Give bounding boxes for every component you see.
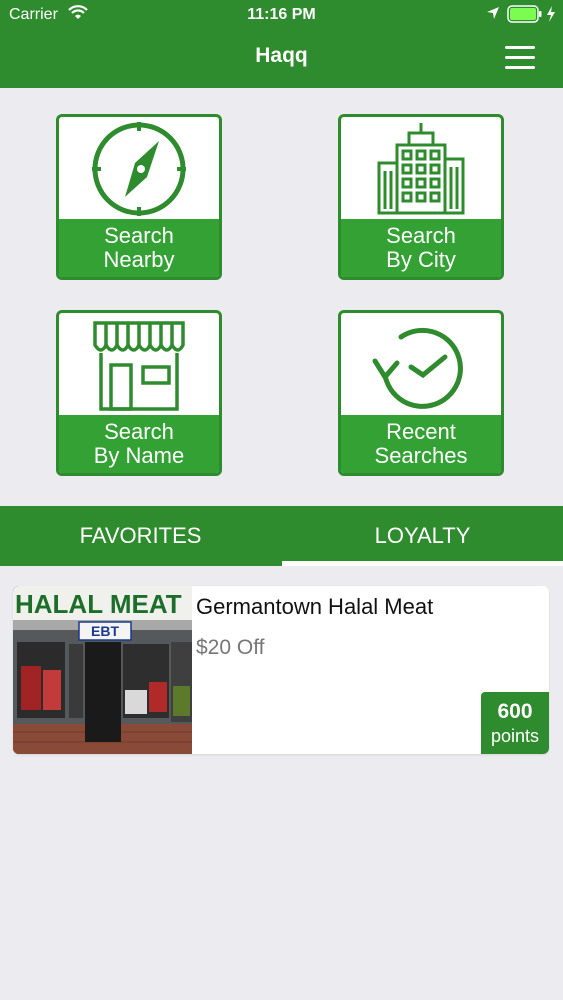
menu-button[interactable] bbox=[502, 44, 538, 70]
page-title: Haqq bbox=[255, 44, 308, 67]
photo-sign-text: HALAL MEAT bbox=[15, 589, 182, 619]
photo-ebt-text: EBT bbox=[91, 623, 119, 639]
location-arrow-icon bbox=[486, 6, 500, 25]
offer-text: $20 Off bbox=[196, 636, 265, 659]
tile-label: Search By City bbox=[341, 219, 501, 277]
app-header: Carrier 11:16 PM Haqq bbox=[0, 0, 563, 88]
tile-label: Search Nearby bbox=[59, 219, 219, 277]
search-nearby-button[interactable]: Search Nearby bbox=[56, 114, 222, 280]
storefront-icon bbox=[59, 313, 219, 417]
store-name: Germantown Halal Meat bbox=[196, 594, 434, 619]
points-badge: 600 points bbox=[481, 692, 549, 754]
history-clock-icon bbox=[341, 313, 501, 417]
compass-icon bbox=[59, 117, 219, 221]
points-unit: points bbox=[490, 726, 540, 746]
tile-label: Search By Name bbox=[59, 415, 219, 473]
loyalty-card[interactable]: HALAL MEAT EBT Germantown Halal Meat $20… bbox=[13, 586, 549, 754]
city-building-icon bbox=[341, 117, 501, 221]
search-by-city-button[interactable]: Search By City bbox=[338, 114, 504, 280]
battery-icon bbox=[507, 5, 543, 28]
recent-searches-button[interactable]: Recent Searches bbox=[338, 310, 504, 476]
search-by-name-button[interactable]: Search By Name bbox=[56, 310, 222, 476]
hamburger-icon bbox=[505, 46, 535, 49]
tab-favorites[interactable]: FAVORITES bbox=[0, 506, 281, 566]
status-time: 11:16 PM bbox=[247, 6, 316, 23]
points-value: 600 bbox=[497, 700, 533, 723]
tab-loyalty[interactable]: LOYALTY bbox=[282, 506, 563, 566]
store-photo: HALAL MEAT EBT bbox=[13, 586, 192, 754]
status-bar: Carrier 11:16 PM bbox=[0, 0, 563, 30]
tab-bar: FAVORITES LOYALTY bbox=[0, 506, 563, 566]
tile-label: Recent Searches bbox=[341, 415, 501, 473]
charging-bolt-icon bbox=[546, 6, 556, 27]
